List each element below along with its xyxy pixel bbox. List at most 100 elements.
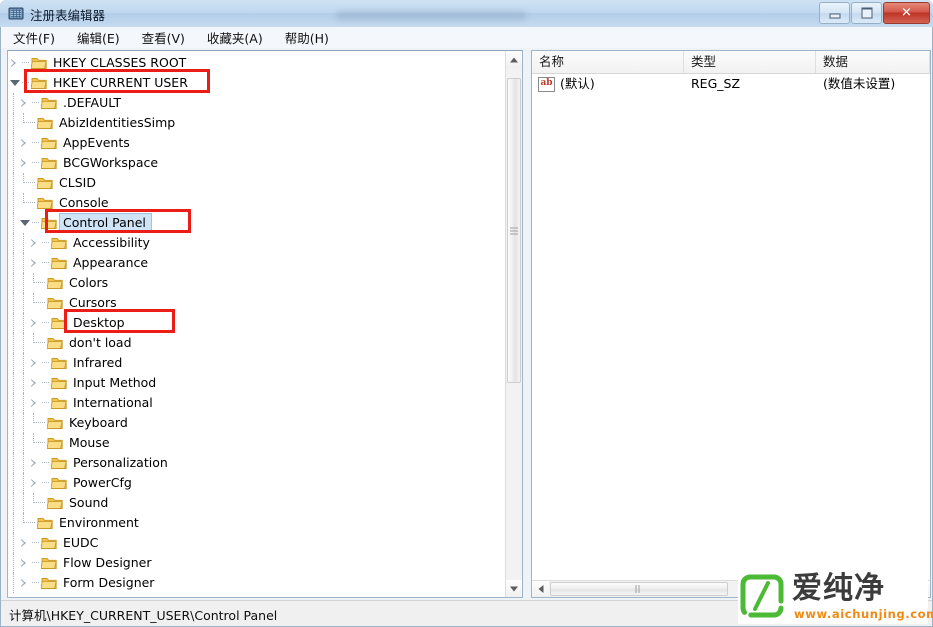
tree-item-infrared[interactable]: Infrared [8,353,505,373]
tree-expander[interactable] [18,533,32,553]
close-button[interactable]: ✕ [883,2,930,24]
tree-expander[interactable] [8,73,22,93]
scroll-down-button[interactable] [506,580,522,597]
tree-guide [18,353,28,373]
tree-guide [18,313,28,333]
folder-icon [40,153,59,173]
tree-item-abizidentitiessimp[interactable]: AbizIdentitiesSimp [8,113,505,133]
tree-item-clsid[interactable]: CLSID [8,173,505,193]
tree-item-mouse[interactable]: Mouse [8,433,505,453]
tree-guide [28,113,36,133]
tree-item-hkey-classes-root[interactable]: HKEY CLASSES ROOT [8,53,505,73]
tree-guide [42,453,50,473]
tree-expander[interactable] [18,93,32,113]
tree-expander[interactable] [28,253,42,273]
tree-item-personalization[interactable]: Personalization [8,453,505,473]
tree-item-label: CLSID [59,175,96,190]
tree-guide [28,513,36,533]
tree-expander[interactable] [8,53,22,73]
tree-item-cursors[interactable]: Cursors [8,293,505,313]
tree-item-sound[interactable]: Sound [8,493,505,513]
column-data[interactable]: 数据 [816,51,930,73]
menu-view[interactable]: 查看(V) [142,28,185,47]
folder-icon [40,533,59,553]
tree-item-label: Console [59,195,109,210]
tree-item-input-method[interactable]: Input Method [8,373,505,393]
tree-guide [32,533,40,553]
tree-guide [8,293,18,313]
tree-item-international[interactable]: International [8,393,505,413]
tree-item-appearance[interactable]: Appearance [8,253,505,273]
tree-item-keyboard[interactable]: Keyboard [8,413,505,433]
tree-expander[interactable] [28,453,42,473]
menu-help[interactable]: 帮助(H) [285,28,329,47]
folder-icon [36,513,55,533]
menu-favorites[interactable]: 收藏夹(A) [207,28,263,47]
tree-expander[interactable] [18,573,32,593]
tree-expander[interactable] [28,393,42,413]
tree-guide [28,413,39,433]
folder-icon [46,273,65,293]
tree-expander[interactable] [28,353,42,373]
tree-item-desktop[interactable]: Desktop [8,313,505,333]
table-row[interactable]: ab (默认) REG_SZ (数值未设置) [532,73,930,95]
tree-guide [18,473,28,493]
scroll-left-button[interactable] [532,581,549,597]
tree-item-default[interactable]: .DEFAULT [8,93,505,113]
menu-file[interactable]: 文件(F) [13,28,55,47]
tree-expander[interactable] [18,553,32,573]
tree-guide [28,293,39,313]
maximize-button[interactable] [851,2,882,24]
window-title: 注册表编辑器 [30,8,106,23]
tree-item-hkey-current-user[interactable]: HKEY CURRENT USER [8,73,505,93]
values-column-header: 名称 类型 数据 [532,51,930,74]
tree-guide [18,413,28,433]
tree-expander[interactable] [18,153,32,173]
tree-item-accessibility[interactable]: Accessibility [8,233,505,253]
tree-item-flow-designer[interactable]: Flow Designer [8,553,505,573]
tree-guide [8,193,18,213]
client-area: HKEY CLASSES ROOT HKEY CURRENT USER .DEFAU… [1,48,932,600]
tree-item-appevents[interactable]: AppEvents [8,133,505,153]
folder-icon [50,373,69,393]
tree-expander[interactable] [28,473,42,493]
tree-item-environment[interactable]: Environment [8,513,505,533]
tree-item-console[interactable]: Console [8,193,505,213]
values-scrollbar-thumb[interactable] [550,582,728,596]
tree-guide [42,393,50,413]
folder-icon [36,173,55,193]
tree-guide [8,393,18,413]
tree-item-form-designer[interactable]: Form Designer [8,573,505,593]
tree-guide [8,213,18,233]
tree-expander[interactable] [18,133,32,153]
tree-guide [8,273,18,293]
tree-guide [8,513,18,533]
tree-item-colors[interactable]: Colors [8,273,505,293]
tree-vertical-scrollbar[interactable] [505,51,522,597]
column-name[interactable]: 名称 [532,51,684,73]
menu-edit[interactable]: 编辑(E) [77,28,120,47]
tree-guide [42,373,50,393]
tree-expander[interactable] [28,233,42,253]
tree-item-don-t-load[interactable]: don't load [8,333,505,353]
column-type[interactable]: 类型 [684,51,816,73]
folder-icon [40,133,59,153]
tree-guide [8,453,18,473]
tree-item-label: AbizIdentitiesSimp [59,115,176,130]
tree-item-powercfg[interactable]: PowerCfg [8,473,505,493]
tree-expander[interactable] [28,313,42,333]
scroll-up-button[interactable] [506,51,522,68]
tree-item-label: Input Method [73,375,157,390]
minimize-button[interactable] [819,2,850,24]
tree-expander[interactable] [18,213,32,233]
tree-guide [32,213,40,233]
folder-icon [30,73,49,93]
tree-expander[interactable] [28,373,42,393]
tree-scrollbar-thumb[interactable] [507,78,521,383]
tree-guide [8,353,18,373]
folder-icon [50,313,69,333]
tree-item-eudc[interactable]: EUDC [8,533,505,553]
tree-item-control-panel[interactable]: Control Panel [8,213,505,233]
tree-item-label: BCGWorkspace [63,155,159,170]
tree-item-bcgworkspace[interactable]: BCGWorkspace [8,153,505,173]
